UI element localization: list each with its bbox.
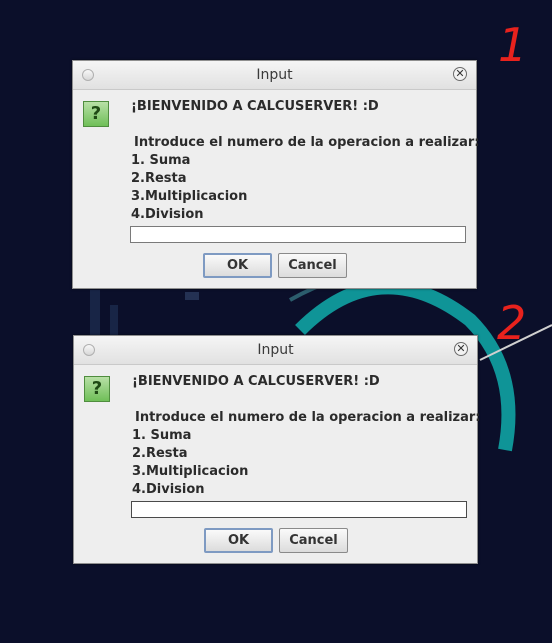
option-multiplicacion: 3.Multiplicacion <box>131 189 248 204</box>
option-division: 4.Division <box>131 207 204 222</box>
dialog-title: Input <box>257 342 294 358</box>
ok-button[interactable]: OK <box>203 253 272 278</box>
option-resta: 2.Resta <box>132 446 188 461</box>
ok-button[interactable]: OK <box>204 528 273 553</box>
close-icon[interactable]: ✕ <box>454 342 468 356</box>
greeting-text: ¡BIENVENIDO A CALCUSERVER! :D <box>132 374 380 389</box>
prompt-text: Introduce el numero de la operacion a re… <box>135 410 481 425</box>
dialog-titlebar[interactable]: Input ✕ <box>73 61 476 90</box>
dialog-titlebar[interactable]: Input ✕ <box>74 336 477 365</box>
annotation-number-2: 2 <box>497 296 527 350</box>
cancel-button[interactable]: Cancel <box>279 528 348 553</box>
annotation-number-1: 1 <box>498 18 528 72</box>
option-division: 4.Division <box>132 482 205 497</box>
cancel-button[interactable]: Cancel <box>278 253 347 278</box>
option-multiplicacion: 3.Multiplicacion <box>132 464 249 479</box>
option-resta: 2.Resta <box>131 171 187 186</box>
question-icon: ? <box>83 101 109 127</box>
input-dialog-2: Input ✕ ? ¡BIENVENIDO A CALCUSERVER! :D … <box>73 335 481 564</box>
question-icon: ? <box>84 376 110 402</box>
option-suma: 1. Suma <box>131 153 191 168</box>
input-dialog-1: Input ✕ ? ¡BIENVENIDO A CALCUSERVER! :D … <box>72 60 480 289</box>
close-icon[interactable]: ✕ <box>453 67 467 81</box>
dialog-title: Input <box>256 67 293 83</box>
prompt-text: Introduce el numero de la operacion a re… <box>134 135 480 150</box>
option-suma: 1. Suma <box>132 428 192 443</box>
greeting-text: ¡BIENVENIDO A CALCUSERVER! :D <box>131 99 379 114</box>
operation-input[interactable] <box>131 501 467 518</box>
operation-input[interactable] <box>130 226 466 243</box>
